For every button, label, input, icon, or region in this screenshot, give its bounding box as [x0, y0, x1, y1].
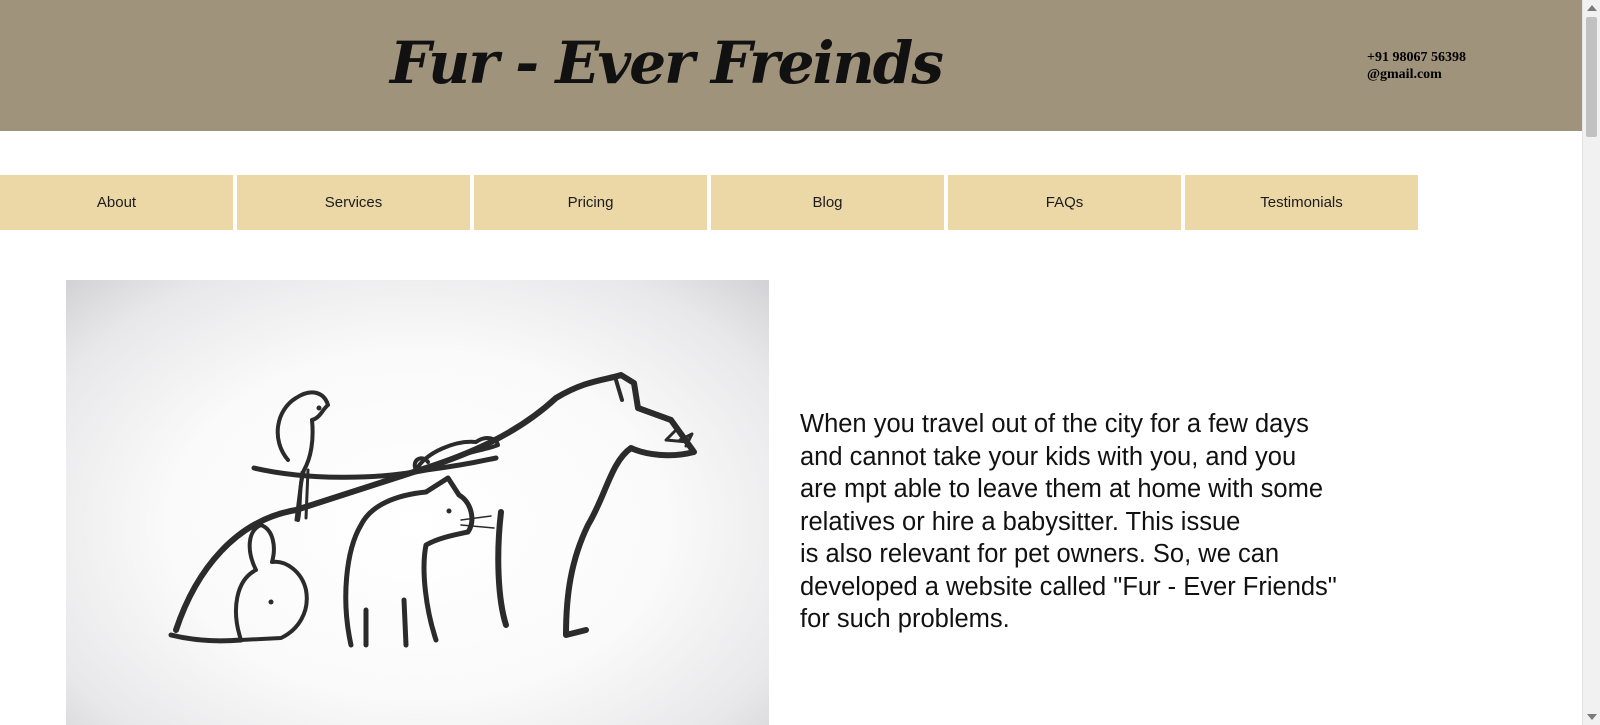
nav-testimonials[interactable]: Testimonials [1185, 175, 1418, 230]
scroll-down-arrow-icon[interactable] [1587, 714, 1597, 720]
scroll-up-arrow-icon[interactable] [1587, 5, 1597, 11]
cat-outline [343, 475, 475, 648]
rabbit-outline [234, 523, 309, 642]
butterfly-outline [664, 426, 694, 448]
nav-faqs[interactable]: FAQs [948, 175, 1181, 230]
dog-outline [173, 372, 697, 638]
pets-illustration [66, 280, 769, 725]
contact-email: @gmail.com [1367, 67, 1442, 82]
branch [251, 455, 499, 480]
scrollbar-thumb[interactable] [1586, 17, 1597, 137]
site-title: Fur - Ever Freinds [390, 29, 944, 97]
contact-phone: +91 98067 56398 [1367, 50, 1466, 65]
contact-info: +91 98067 56398 @gmail.com [1367, 49, 1466, 83]
site-header: Fur - Ever Freinds +91 98067 56398 @gmai… [0, 0, 1582, 131]
nav-services[interactable]: Services [237, 175, 470, 230]
nav-about[interactable]: About [0, 175, 233, 230]
nav-pricing[interactable]: Pricing [474, 175, 707, 230]
vertical-scrollbar[interactable] [1582, 0, 1600, 725]
nav-blog[interactable]: Blog [711, 175, 944, 230]
intro-paragraph: When you travel out of the city for a fe… [800, 410, 1337, 633]
pets-line-art-icon [168, 372, 697, 648]
